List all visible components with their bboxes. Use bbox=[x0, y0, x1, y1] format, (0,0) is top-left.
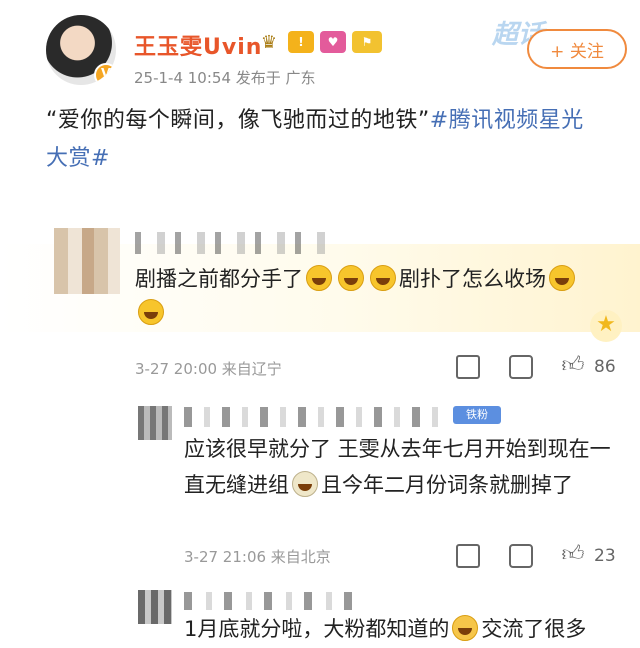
post-body: “爱你的每个瞬间，像飞驰而过的地铁”#腾讯视频星光大赏# bbox=[46, 102, 606, 178]
star-badge-icon: ★ bbox=[590, 310, 622, 342]
post-text: “爱你的每个瞬间，像飞驰而过的地铁” bbox=[46, 108, 430, 133]
comment-icon[interactable] bbox=[509, 544, 533, 568]
fan-badge: 铁粉 bbox=[453, 406, 501, 424]
comment-icon[interactable] bbox=[509, 355, 533, 379]
thinking-emoji bbox=[292, 471, 318, 497]
reply-text-part: 交流了很多 bbox=[481, 617, 587, 641]
reply-like-count: 23 bbox=[594, 546, 616, 566]
verified-v-icon: V bbox=[94, 63, 116, 85]
reply-meta: 3-27 21:06 来自北京 bbox=[184, 548, 331, 566]
thumbs-up-icon[interactable]: 👍︎ bbox=[560, 542, 586, 568]
commenter-name-blurred[interactable] bbox=[135, 232, 325, 254]
laughing-crying-emoji bbox=[138, 299, 164, 325]
share-icon[interactable] bbox=[456, 544, 480, 568]
thumbs-up-icon[interactable]: 👍︎ bbox=[560, 353, 586, 379]
user-badges: ♛ ! ♥ ⚑ bbox=[256, 31, 382, 53]
comment-text: 剧播之前都分手了 剧扑了怎么收场 bbox=[135, 262, 615, 330]
follow-button[interactable]: + 关注 bbox=[527, 29, 627, 69]
laughing-crying-emoji bbox=[338, 265, 364, 291]
comment-text-part: 剧扑了怎么收场 bbox=[399, 267, 546, 291]
comment-text-part: 剧播之前都分手了 bbox=[135, 267, 303, 291]
reply-text: 1月底就分啦，大粉都知道的 交流了很多 bbox=[184, 612, 624, 646]
author-name[interactable]: 王玉雯Uvin bbox=[134, 29, 262, 61]
reply-text: 应该很早就分了 王雯从去年七月开始到现在一直无缝进组 且今年二月份词条就删掉了 bbox=[184, 431, 614, 503]
hug-emoji bbox=[452, 615, 479, 641]
reply-name-blurred[interactable] bbox=[184, 407, 444, 427]
reply-avatar[interactable] bbox=[138, 590, 172, 624]
share-icon[interactable] bbox=[456, 355, 480, 379]
reply-text-part: 1月底就分啦，大粉都知道的 bbox=[184, 617, 450, 641]
author-avatar[interactable]: V bbox=[46, 15, 116, 85]
reply-avatar[interactable] bbox=[138, 406, 172, 440]
flag-badge-icon: ⚑ bbox=[352, 31, 382, 53]
comment-like-count: 86 bbox=[594, 357, 616, 377]
comment-meta: 3-27 20:00 来自辽宁 bbox=[135, 360, 282, 378]
laughing-crying-emoji bbox=[549, 265, 575, 291]
heart-badge-icon: ♥ bbox=[320, 31, 346, 53]
reply-name-blurred[interactable] bbox=[184, 592, 359, 610]
level-badge-icon: ! bbox=[288, 31, 314, 53]
commenter-avatar[interactable] bbox=[54, 228, 120, 294]
reply-text-part: 且今年二月份词条就删掉了 bbox=[321, 473, 573, 497]
laughing-crying-emoji bbox=[306, 265, 332, 291]
crown-icon: ♛ bbox=[260, 31, 278, 53]
post-timestamp: 25-1-4 10:54 发布于 广东 bbox=[134, 69, 316, 87]
laughing-crying-emoji bbox=[370, 265, 396, 291]
